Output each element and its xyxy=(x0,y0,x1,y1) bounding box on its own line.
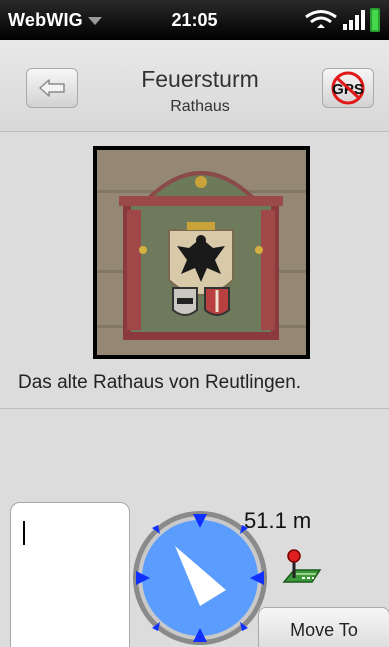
status-icons xyxy=(303,6,383,34)
text-cursor xyxy=(23,521,25,545)
gps-disabled-icon: GPS xyxy=(331,71,365,105)
status-bar: WebWIG 21:05 xyxy=(0,0,389,40)
back-arrow-icon xyxy=(39,79,65,97)
message-input[interactable] xyxy=(10,502,130,647)
header: Feuersturm Rathaus GPS xyxy=(0,40,389,132)
coat-of-arms-image xyxy=(97,150,306,355)
show-target-button[interactable] xyxy=(280,548,324,588)
compass xyxy=(130,508,270,647)
location-description: Das alte Rathaus von Reutlingen. xyxy=(18,372,302,393)
move-to-button[interactable]: Move To xyxy=(258,607,389,647)
gps-toggle-button[interactable]: GPS xyxy=(322,68,374,108)
divider xyxy=(0,408,389,409)
wifi-icon xyxy=(305,8,380,32)
page-subtitle: Rathaus xyxy=(170,98,230,115)
compass-dial-icon xyxy=(133,511,267,645)
page-title: Feuersturm xyxy=(141,66,259,92)
map-target-icon xyxy=(282,549,322,583)
back-button[interactable] xyxy=(26,68,78,108)
screen: WebWIG 21:05 Feuersturm Rathaus Das alte… xyxy=(0,0,389,647)
location-photo xyxy=(93,146,310,359)
